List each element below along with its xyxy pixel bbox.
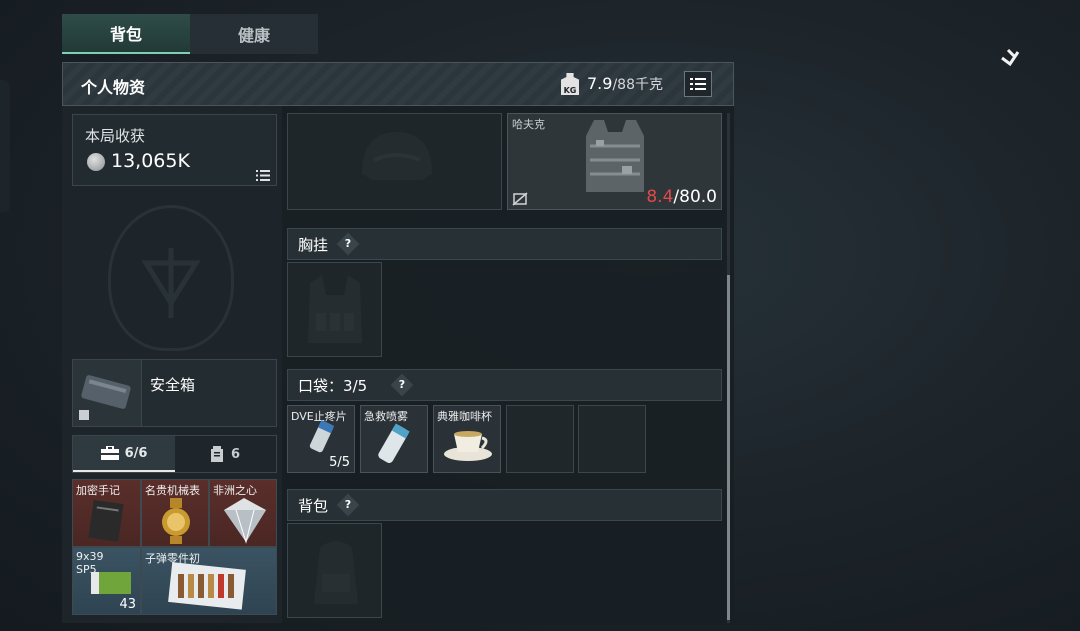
item-label: 加密手记 (76, 484, 120, 497)
subtab-consumables[interactable]: 6 (175, 436, 276, 472)
page-title: 个人物资 (81, 78, 146, 97)
tab-health[interactable]: 健康 (190, 14, 318, 54)
diamond-icon (224, 498, 266, 544)
item-count: 43 (119, 597, 136, 612)
notebook-icon (88, 499, 124, 542)
painkiller-icon (309, 420, 335, 453)
spray-icon (378, 423, 410, 463)
pockets-title: 口袋：3/5 (298, 377, 368, 395)
help-icon[interactable]: ? (336, 232, 360, 256)
item-count: 5/5 (329, 455, 350, 470)
vest-icon (586, 120, 644, 192)
subtab-items[interactable]: 6/6 (73, 436, 175, 472)
session-loot-title: 本局收获 (85, 127, 146, 145)
armor-durability: 8.4/80.0 (646, 187, 717, 207)
helmet-slot[interactable] (287, 113, 502, 210)
list-icon[interactable] (256, 166, 270, 185)
durability-max: /80.0 (673, 187, 717, 207)
watch-icon (162, 498, 190, 544)
briefcase-icon (100, 446, 119, 460)
safe-box-image (73, 360, 142, 426)
item-luxury-watch[interactable]: 名贵机械表 (141, 479, 209, 547)
item-encrypted-notebook[interactable]: 加密手记 (72, 479, 141, 547)
session-loot-value: 13,065K (111, 150, 190, 172)
weight-current: 7.9 (587, 74, 613, 93)
backpack-slot[interactable] (287, 523, 382, 618)
backpack-title: 背包 (298, 497, 329, 515)
pocket-slot-empty[interactable] (506, 405, 574, 473)
chest-rig-placeholder-icon (308, 275, 362, 343)
list-icon (690, 78, 706, 90)
collapse-chevron-icon[interactable] (998, 44, 1024, 70)
carry-weight: 7.9/88千克 (587, 74, 663, 94)
help-icon[interactable]: ? (336, 493, 360, 517)
safe-box-slot[interactable]: 安全箱 (72, 359, 277, 427)
bullet-parts-icon (168, 562, 246, 610)
backpack-section-header: 背包 ? (287, 489, 722, 521)
sort-list-button[interactable] (684, 71, 712, 97)
broken-armor-icon (512, 192, 528, 206)
side-edge-tab[interactable] (0, 80, 10, 212)
coin-icon (87, 153, 105, 171)
scrollbar-thumb[interactable] (727, 275, 730, 620)
item-9x39-ammo[interactable]: 9x39 SP5 43 (72, 547, 141, 615)
coffee-cup-icon (444, 431, 492, 461)
subtab-items-count: 6/6 (124, 445, 148, 461)
pockets-section-header: 口袋：3/5 ? (287, 369, 722, 401)
durability-current: 8.4 (646, 187, 674, 207)
armor-slot[interactable]: 哈夫克 8.4/80.0 (507, 113, 722, 210)
ammo-box-icon (91, 572, 131, 594)
faction-emblem-icon (108, 205, 234, 351)
tab-backpack[interactable]: 背包 (62, 14, 190, 54)
personal-supplies-header: 个人物资 KG 7.9/88千克 (62, 62, 734, 106)
item-bullet-parts-kit[interactable]: 子弹零件初 (141, 547, 277, 615)
help-icon[interactable]: ? (390, 373, 414, 397)
pockets-label: 口袋 (298, 377, 329, 395)
pocket-item-coffee-cup[interactable]: 典雅咖啡杯 (433, 405, 501, 473)
subtab-consumables-count: 6 (230, 446, 241, 462)
item-label: 典雅咖啡杯 (437, 410, 492, 423)
backpack-placeholder-icon (314, 541, 358, 604)
safe-box-subtabs: 6/6 6 (72, 435, 277, 473)
item-heart-of-africa[interactable]: 非洲之心 (209, 479, 277, 547)
weight-max: /88千克 (612, 77, 663, 93)
armor-name: 哈夫克 (512, 118, 545, 131)
pockets-count: 3/5 (343, 377, 368, 395)
chest-rig-section-header: 胸挂 ? (287, 228, 722, 260)
session-loot-card[interactable]: 本局收获 13,065K (72, 114, 277, 186)
chest-rig-title: 胸挂 (298, 236, 329, 254)
helmet-placeholder-icon (362, 132, 432, 180)
weight-kg-icon: KG (561, 73, 579, 95)
chest-rig-slot[interactable] (287, 262, 382, 357)
pocket-item-first-aid-spray[interactable]: 急救喷雾 (360, 405, 428, 473)
pocket-item-painkiller[interactable]: DVE止疼片 5/5 (287, 405, 355, 473)
pocket-slot-empty[interactable] (578, 405, 646, 473)
safe-box-label: 安全箱 (150, 376, 196, 394)
canister-icon (210, 446, 223, 462)
